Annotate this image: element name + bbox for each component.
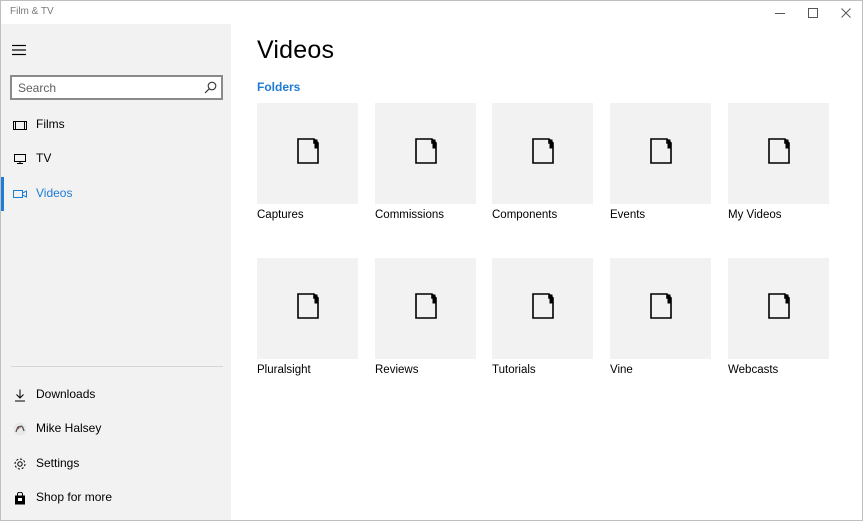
maximize-icon (807, 7, 818, 18)
search-box (10, 75, 223, 100)
nav-item-label: Films (36, 117, 65, 131)
folder-icon (414, 138, 437, 169)
folder-tile[interactable] (492, 258, 593, 359)
folder-label: My Videos (728, 209, 782, 221)
avatar (12, 421, 28, 437)
search-button[interactable] (202, 79, 219, 96)
nav-item-films[interactable]: Films (1, 108, 231, 142)
folder-tile[interactable] (728, 258, 829, 359)
folder-icon (649, 293, 672, 324)
download-icon (12, 387, 28, 403)
app-window: Film & TV Search Films TV Videos Downloa… (0, 0, 863, 521)
folder-item[interactable]: Vine (610, 258, 711, 378)
folder-item[interactable]: My Videos (728, 103, 829, 223)
nav-item-downloads[interactable]: Downloads (1, 378, 231, 412)
active-indicator (1, 177, 4, 211)
nav-item-label: Settings (36, 456, 80, 470)
window-title: Film & TV (10, 6, 54, 17)
title-bar[interactable]: Film & TV (1, 1, 862, 24)
folder-icon (531, 138, 554, 169)
hamburger-icon (12, 44, 26, 56)
nav-item-label: Shop for more (36, 490, 113, 504)
close-icon (840, 7, 851, 18)
shopping-bag-icon (12, 490, 28, 506)
page-title: Videos (257, 36, 335, 64)
folder-item[interactable]: Commissions (375, 103, 476, 223)
sidebar: Films TV Videos Downloads (1, 24, 231, 520)
sidebar-divider (11, 366, 223, 367)
folder-item[interactable]: Tutorials (492, 258, 593, 378)
folder-label: Reviews (375, 364, 419, 376)
close-button[interactable] (829, 1, 862, 24)
maximize-button[interactable] (796, 1, 829, 24)
folder-label: Vine (610, 364, 633, 376)
folder-tile[interactable] (610, 258, 711, 359)
search-icon (204, 81, 217, 94)
folder-label: Tutorials (492, 364, 536, 376)
folder-icon (767, 293, 790, 324)
folder-icon (414, 293, 437, 324)
folder-icon (531, 293, 554, 324)
film-icon (12, 117, 28, 133)
folder-item[interactable]: Captures (257, 103, 358, 223)
folder-icon (767, 138, 790, 169)
folder-tile[interactable] (257, 258, 358, 359)
main-content: Videos Folders Captures Commissions Compon… (231, 24, 862, 520)
minimize-icon (774, 12, 785, 14)
folder-label: Webcasts (728, 364, 779, 376)
gear-icon (12, 456, 28, 472)
folder-icon (649, 138, 672, 169)
folder-label: Pluralsight (257, 364, 311, 376)
minimize-button[interactable] (763, 1, 796, 24)
nav-item-label: Mike Halsey (36, 421, 102, 435)
folder-icon (296, 293, 319, 324)
folder-tile[interactable] (375, 258, 476, 359)
folder-icon (296, 138, 319, 169)
section-heading-folders: Folders (257, 80, 301, 94)
nav-item-shop[interactable]: Shop for more (1, 481, 231, 515)
folder-label: Commissions (375, 209, 445, 221)
folder-item[interactable]: Reviews (375, 258, 476, 378)
tv-icon (12, 151, 28, 167)
nav-item-label: Videos (36, 186, 73, 200)
video-camera-icon (12, 186, 28, 202)
folder-label: Captures (257, 209, 304, 221)
folder-tile[interactable] (375, 103, 476, 204)
search-input[interactable] (12, 77, 203, 98)
nav-item-tv[interactable]: TV (1, 142, 231, 176)
folder-item[interactable]: Events (610, 103, 711, 223)
nav-item-label: TV (36, 151, 52, 165)
folder-tile[interactable] (257, 103, 358, 204)
folder-item[interactable]: Webcasts (728, 258, 829, 378)
folder-tile[interactable] (492, 103, 593, 204)
nav-item-label: Downloads (36, 387, 96, 401)
hamburger-menu-button[interactable] (1, 32, 37, 68)
folder-tile[interactable] (728, 103, 829, 204)
folder-label: Events (610, 209, 646, 221)
folder-item[interactable]: Pluralsight (257, 258, 358, 378)
nav-item-videos[interactable]: Videos (1, 177, 231, 211)
folder-tile[interactable] (610, 103, 711, 204)
nav-item-settings[interactable]: Settings (1, 447, 231, 481)
nav-item-account[interactable]: Mike Halsey (1, 412, 231, 446)
folder-item[interactable]: Components (492, 103, 593, 223)
folder-label: Components (492, 209, 558, 221)
